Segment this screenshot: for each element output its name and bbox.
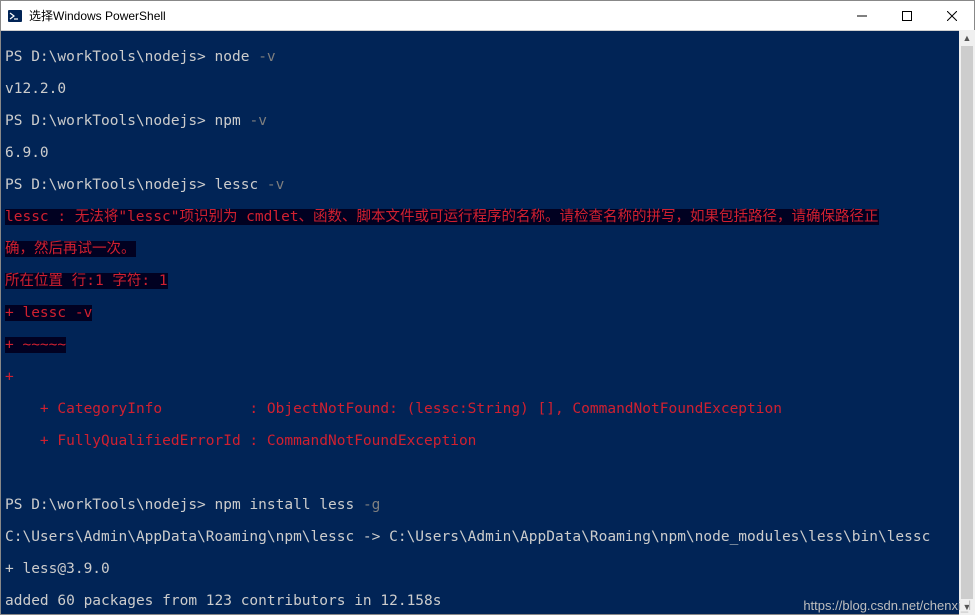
powershell-icon (7, 8, 23, 24)
cmd-flag: -g (363, 497, 380, 513)
output-line: v12.2.0 (5, 81, 970, 97)
scrollbar-track[interactable] (959, 46, 975, 599)
prompt: PS D:\workTools\nodejs> (5, 49, 206, 65)
prompt: PS D:\workTools\nodejs> (5, 113, 206, 129)
scroll-down-button[interactable]: ▼ (959, 599, 975, 615)
output-line: added 60 packages from 123 contributors … (5, 593, 970, 609)
cmd-text: npm install less (215, 497, 355, 513)
cmd-flag: -v (249, 113, 266, 129)
error-line: + lessc -v (5, 305, 92, 321)
minimize-button[interactable] (839, 1, 884, 30)
cmd-text: lessc (215, 177, 259, 193)
error-fqid: + FullyQualifiedErrorId : CommandNotFoun… (5, 433, 476, 449)
window-controls (839, 1, 974, 30)
maximize-button[interactable] (884, 1, 929, 30)
error-line: + ~~~~~ (5, 337, 66, 353)
titlebar[interactable]: 选择Windows PowerShell (1, 1, 974, 31)
blank-line (5, 465, 970, 481)
scroll-up-button[interactable]: ▲ (959, 30, 975, 46)
prompt: PS D:\workTools\nodejs> (5, 497, 206, 513)
cmd-text: node (215, 49, 250, 65)
window-title: 选择Windows PowerShell (29, 7, 839, 24)
close-button[interactable] (929, 1, 974, 30)
output-line: 6.9.0 (5, 145, 970, 161)
error-category: + CategoryInfo : ObjectNotFound: (lessc:… (5, 401, 782, 417)
error-line: lessc : 无法将"lessc"项识别为 cmdlet、函数、脚本文件或可运… (5, 209, 879, 225)
scrollbar-thumb[interactable] (961, 46, 973, 599)
terminal-output[interactable]: PS D:\workTools\nodejs> node -v v12.2.0 … (1, 31, 974, 614)
cmd-text: npm (215, 113, 241, 129)
powershell-window: 选择Windows PowerShell PS D:\workTools\nod… (0, 0, 975, 615)
cmd-flag: -v (267, 177, 284, 193)
cmd-flag: -v (258, 49, 275, 65)
error-line: 确，然后再试一次。 (5, 241, 136, 257)
output-line: C:\Users\Admin\AppData\Roaming\npm\lessc… (5, 529, 970, 545)
error-line: 所在位置 行:1 字符: 1 (5, 273, 168, 289)
prompt: PS D:\workTools\nodejs> (5, 177, 206, 193)
output-line: + less@3.9.0 (5, 561, 970, 577)
vertical-scrollbar[interactable]: ▲ ▼ (959, 30, 975, 615)
error-line: + (5, 369, 14, 385)
